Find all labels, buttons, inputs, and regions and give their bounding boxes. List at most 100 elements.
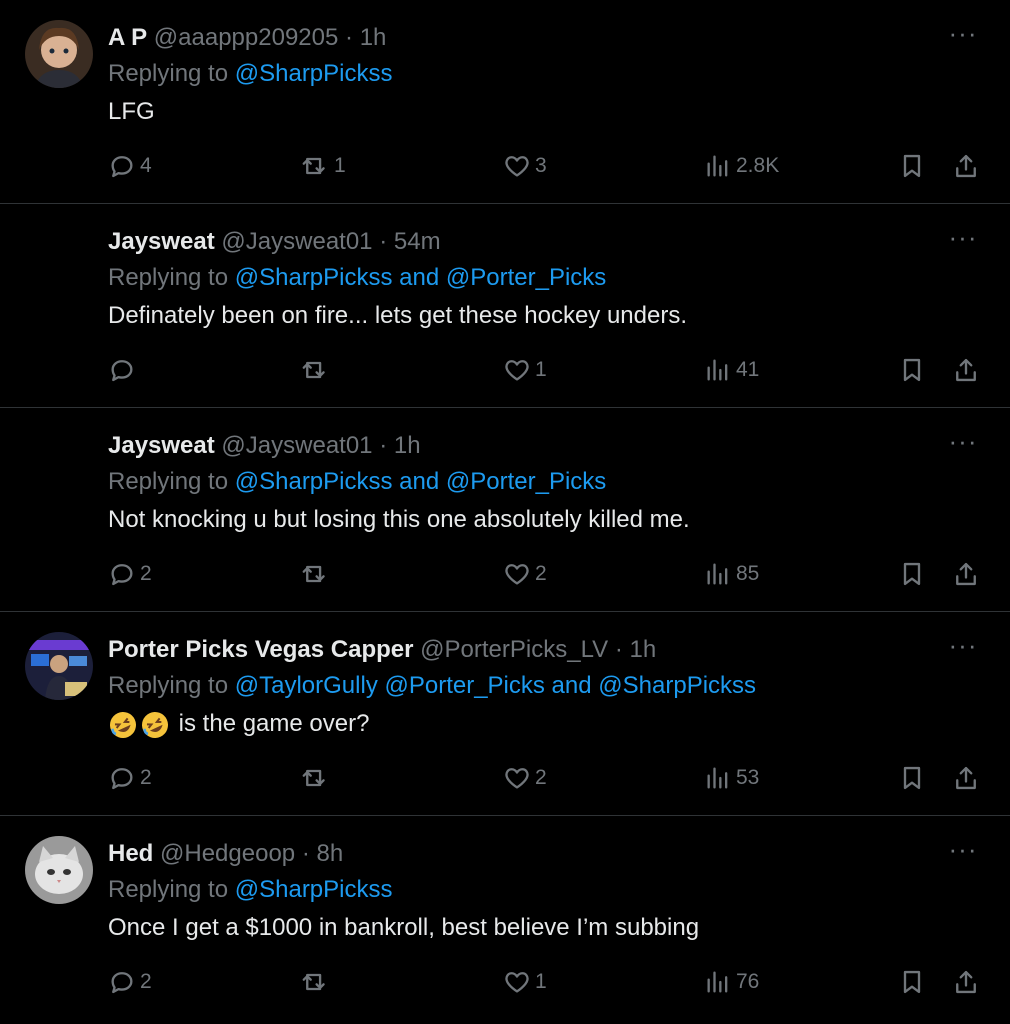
replying-prefix: Replying to	[108, 264, 235, 291]
views-button[interactable]: 76	[704, 962, 759, 1002]
like-button[interactable]: 1	[503, 962, 547, 1002]
retweet-button[interactable]	[302, 554, 334, 594]
like-count: 1	[535, 970, 547, 993]
bookmark-icon	[903, 562, 921, 586]
user-handle[interactable]: @Jaysweat01	[221, 228, 372, 255]
more-icon: ···	[948, 834, 978, 864]
bookmark-button[interactable]	[898, 350, 926, 390]
more-options-button[interactable]: ···	[946, 428, 980, 456]
share-button[interactable]	[952, 350, 980, 390]
tweet-text: Not knocking u but losing this one absol…	[108, 506, 690, 533]
mention-link[interactable]: @Porter_Picks	[446, 468, 606, 495]
bookmark-button[interactable]	[898, 758, 926, 798]
avatar[interactable]	[25, 836, 93, 904]
tweet[interactable]: Jaysweat @Jaysweat01 · 1h Replying to @S…	[0, 408, 1010, 612]
share-icon	[956, 562, 976, 586]
user-handle[interactable]: @PorterPicks_LV	[420, 636, 608, 663]
tweet[interactable]: Hed @Hedgeoop · 8h Replying to @SharpPic…	[0, 816, 1010, 1020]
tweet[interactable]: A P @aaappp209205 · 1h Replying to @Shar…	[0, 0, 1010, 204]
display-name[interactable]: Hed	[108, 840, 153, 867]
mention-link[interactable]: @SharpPickss	[235, 876, 393, 903]
reply-icon	[111, 564, 133, 586]
views-button[interactable]: 41	[704, 350, 759, 390]
share-button[interactable]	[952, 962, 980, 1002]
like-count: 3	[535, 154, 547, 177]
like-button[interactable]: 2	[503, 758, 547, 798]
reply-button[interactable]: 2	[108, 962, 152, 1002]
views-icon	[707, 971, 728, 993]
tweet-text: LFG	[108, 98, 155, 125]
separator-dot: ·	[379, 432, 388, 459]
like-button[interactable]: 2	[503, 554, 547, 594]
user-handle[interactable]: @Jaysweat01	[221, 432, 372, 459]
share-button[interactable]	[952, 554, 980, 594]
more-options-button[interactable]: ···	[946, 20, 980, 48]
display-name[interactable]: Porter Picks Vegas Capper	[108, 636, 413, 663]
heart-icon	[505, 972, 529, 993]
share-button[interactable]	[952, 146, 980, 186]
replying-to: Replying to @SharpPickss and @Porter_Pic…	[108, 260, 940, 296]
tweet-header: Jaysweat @Jaysweat01 · 1h	[108, 428, 940, 464]
tweet[interactable]: Jaysweat @Jaysweat01 · 54m Replying to @…	[0, 204, 1010, 408]
separator-dot: ·	[614, 636, 623, 663]
mention-connector: and	[392, 264, 446, 291]
cat-avatar-image	[25, 836, 93, 904]
mention-link[interactable]: @TaylorGully	[235, 672, 378, 699]
reply-button[interactable]: 2	[108, 758, 152, 798]
retweet-icon	[302, 157, 325, 175]
retweet-button[interactable]: 1	[302, 146, 346, 186]
action-bar: 2 1 76	[0, 962, 1010, 1002]
reply-icon	[111, 156, 133, 178]
retweet-button[interactable]	[302, 758, 334, 798]
replying-to: Replying to @SharpPickss	[108, 872, 940, 908]
share-icon	[956, 970, 976, 994]
reply-button[interactable]: 2	[108, 554, 152, 594]
avatar[interactable]	[25, 20, 93, 88]
more-options-button[interactable]: ···	[946, 632, 980, 660]
more-options-button[interactable]: ···	[946, 836, 980, 864]
replying-prefix: Replying to	[108, 672, 235, 699]
timestamp[interactable]: 54m	[394, 228, 441, 255]
reply-timeline: A P @aaappp209205 · 1h Replying to @Shar…	[0, 0, 1010, 1020]
like-button[interactable]: 3	[503, 146, 547, 186]
view-count: 76	[736, 970, 760, 993]
display-name[interactable]: A P	[108, 24, 147, 51]
like-button[interactable]: 1	[503, 350, 547, 390]
views-button[interactable]: 53	[704, 758, 759, 798]
timestamp[interactable]: 1h	[394, 432, 421, 459]
timestamp[interactable]: 1h	[629, 636, 656, 663]
mention-connector: and	[544, 672, 599, 699]
display-name[interactable]: Jaysweat	[108, 228, 215, 255]
reply-icon	[111, 768, 133, 790]
views-button[interactable]: 2.8K	[704, 146, 779, 186]
user-handle[interactable]: @Hedgeoop	[160, 840, 295, 867]
studio-avatar-image	[25, 632, 93, 700]
avatar[interactable]	[25, 632, 93, 700]
anime-avatar-image	[25, 20, 93, 88]
retweet-button[interactable]	[302, 350, 334, 390]
share-button[interactable]	[952, 758, 980, 798]
reply-button[interactable]: 4	[108, 146, 152, 186]
display-name[interactable]: Jaysweat	[108, 432, 215, 459]
mention-link[interactable]: @SharpPickss	[235, 264, 393, 291]
bookmark-icon	[903, 154, 921, 178]
like-count: 2	[535, 766, 547, 789]
mention-link[interactable]: @SharpPickss	[235, 60, 393, 87]
mention-link[interactable]: @Porter_Picks	[446, 264, 606, 291]
timestamp[interactable]: 1h	[360, 24, 387, 51]
bookmark-button[interactable]	[898, 146, 926, 186]
timestamp[interactable]: 8h	[317, 840, 344, 867]
mention-link[interactable]: @SharpPickss	[235, 468, 393, 495]
mention-link[interactable]: @Porter_Picks	[384, 672, 544, 699]
retweet-button[interactable]	[302, 962, 334, 1002]
bookmark-button[interactable]	[898, 962, 926, 1002]
user-handle[interactable]: @aaappp209205	[154, 24, 339, 51]
tweet[interactable]: Porter Picks Vegas Capper @PorterPicks_L…	[0, 612, 1010, 816]
heart-icon	[505, 360, 529, 381]
more-options-button[interactable]: ···	[946, 224, 980, 252]
reply-button[interactable]	[108, 350, 140, 390]
bookmark-button[interactable]	[898, 554, 926, 594]
mention-link[interactable]: @SharpPickss	[598, 672, 756, 699]
views-button[interactable]: 85	[704, 554, 759, 594]
retweet-icon	[302, 565, 325, 583]
